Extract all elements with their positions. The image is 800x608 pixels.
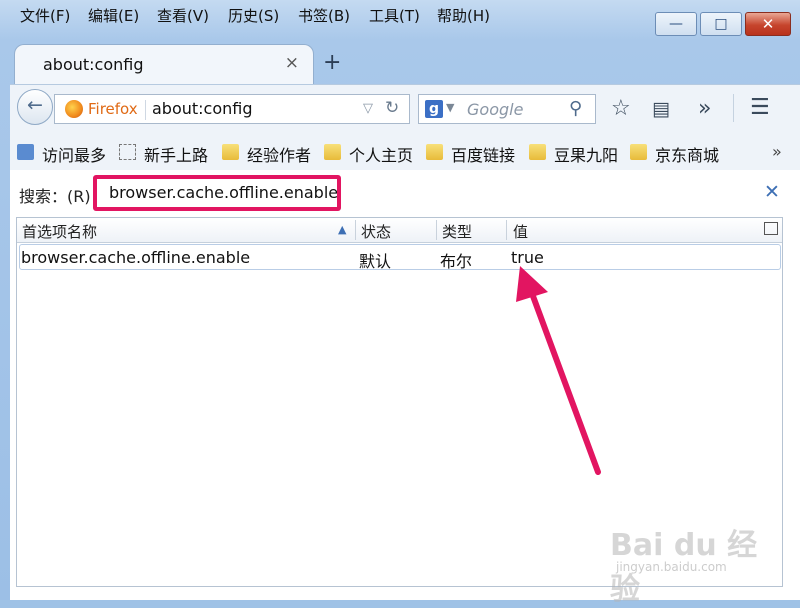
arrow-shaft (527, 285, 601, 475)
watermark-url: jingyan.baidu.com (616, 560, 727, 574)
annotation-arrow (516, 266, 601, 475)
arrow-head (516, 266, 548, 302)
watermark: Bai du 经验 jingyan.baidu.com (610, 520, 760, 607)
